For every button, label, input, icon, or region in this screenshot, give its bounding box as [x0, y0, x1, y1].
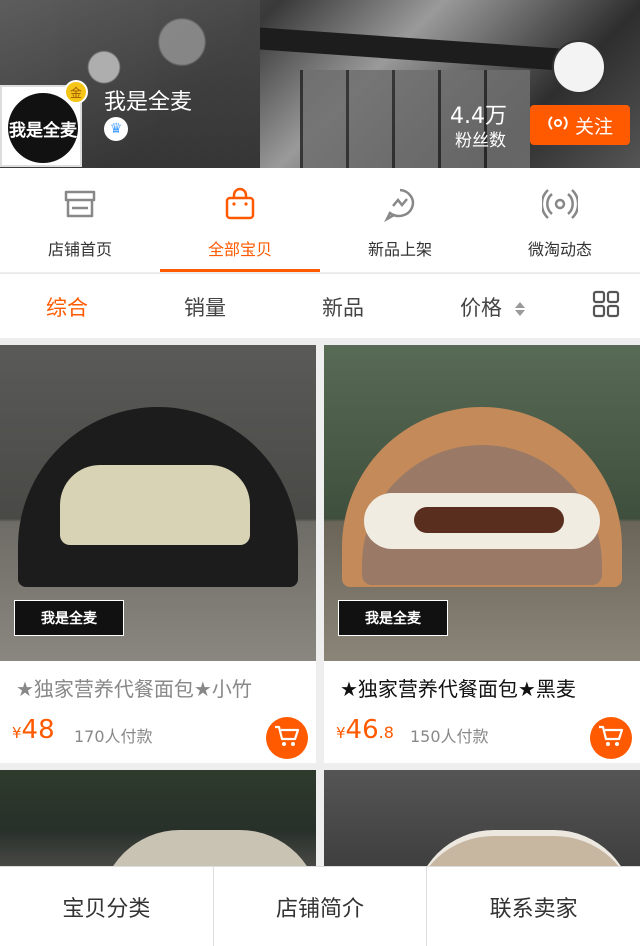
tab-shop-intro[interactable]: 店铺简介 [214, 867, 428, 946]
nav-label: 店铺首页 [47, 240, 112, 259]
product-price: ¥46.8 [336, 715, 394, 745]
grid-view-icon[interactable] [592, 290, 620, 322]
bottom-tab-bar: 宝贝分类 店铺简介 联系卖家 [0, 866, 640, 946]
shopping-bag-icon [222, 168, 258, 226]
sort-new[interactable]: 新品 [322, 292, 364, 322]
bread-filling [364, 493, 600, 549]
tab-categories[interactable]: 宝贝分类 [0, 867, 214, 946]
cart-icon [274, 724, 300, 752]
sort-price[interactable]: 价格 [460, 292, 525, 322]
bread-shape [100, 830, 316, 870]
broadcast-icon [547, 114, 569, 137]
product-image[interactable]: 我是全麦 [324, 345, 640, 661]
sort-arrows-icon [514, 302, 525, 316]
add-to-cart-button[interactable] [590, 717, 632, 759]
shop-logo-mark: 我是全麦 [8, 93, 78, 163]
crown-icon: ♛ [104, 117, 128, 141]
nav-weitao-feed[interactable]: 微淘动态 [480, 168, 640, 272]
sold-count: 150人付款 [410, 727, 489, 746]
brand-stamp: 我是全麦 [338, 600, 448, 636]
sort-comprehensive[interactable]: 综合 [46, 292, 88, 322]
new-arrivals-icon [382, 168, 418, 226]
product-card[interactable]: 我是全麦 ★独家营养代餐面包★小竹 ¥48 170人付款 [0, 345, 316, 763]
nav-new-arrivals[interactable]: 新品上架 [320, 168, 480, 272]
currency-symbol: ¥ [12, 724, 22, 742]
bread-shape [414, 830, 634, 870]
currency-symbol: ¥ [336, 724, 346, 742]
product-image[interactable] [0, 770, 316, 870]
nav-label: 新品上架 [367, 240, 432, 259]
nav-label: 全部宝贝 [207, 240, 272, 259]
product-image[interactable] [324, 770, 640, 870]
price-decimal: .8 [378, 723, 394, 742]
product-image[interactable]: 我是全麦 [0, 345, 316, 661]
sort-sales[interactable]: 销量 [184, 292, 226, 322]
sort-bar: 综合 销量 新品 价格 [0, 273, 640, 338]
product-title[interactable]: ★独家营养代餐面包★小竹 [16, 673, 306, 702]
shop-name: 我是全麦 [104, 90, 193, 115]
shop-nav: 店铺首页 全部宝贝 新品上架 微淘动态 [0, 168, 640, 272]
banner-awning [260, 27, 560, 71]
product-title[interactable]: ★独家营养代餐面包★黑麦 [340, 673, 630, 702]
gold-seller-badge: 金 [64, 80, 88, 104]
store-icon [62, 168, 98, 226]
tab-contact-seller[interactable]: 联系卖家 [427, 867, 640, 946]
cart-icon [598, 724, 624, 752]
price-integer: 48 [21, 715, 55, 745]
banner-shop-sign [552, 40, 606, 94]
bread-filling [60, 465, 250, 545]
fans-label: 粉丝数 [455, 131, 506, 151]
brand-stamp: 我是全麦 [14, 600, 124, 636]
nav-store-home[interactable]: 店铺首页 [0, 168, 160, 272]
broadcast-icon [540, 168, 580, 226]
sold-count: 170人付款 [74, 727, 153, 746]
sort-price-label: 价格 [460, 296, 502, 320]
follow-button[interactable]: 关注 [530, 105, 630, 145]
product-card[interactable]: 我是全麦 ★独家营养代餐面包★黑麦 ¥46.8 150人付款 [324, 345, 640, 763]
follow-label: 关注 [574, 115, 613, 138]
product-price: ¥48 [12, 715, 55, 745]
nav-all-items[interactable]: 全部宝贝 [160, 168, 320, 272]
add-to-cart-button[interactable] [266, 717, 308, 759]
nav-label: 微淘动态 [527, 240, 592, 259]
price-integer: 46 [345, 715, 379, 745]
